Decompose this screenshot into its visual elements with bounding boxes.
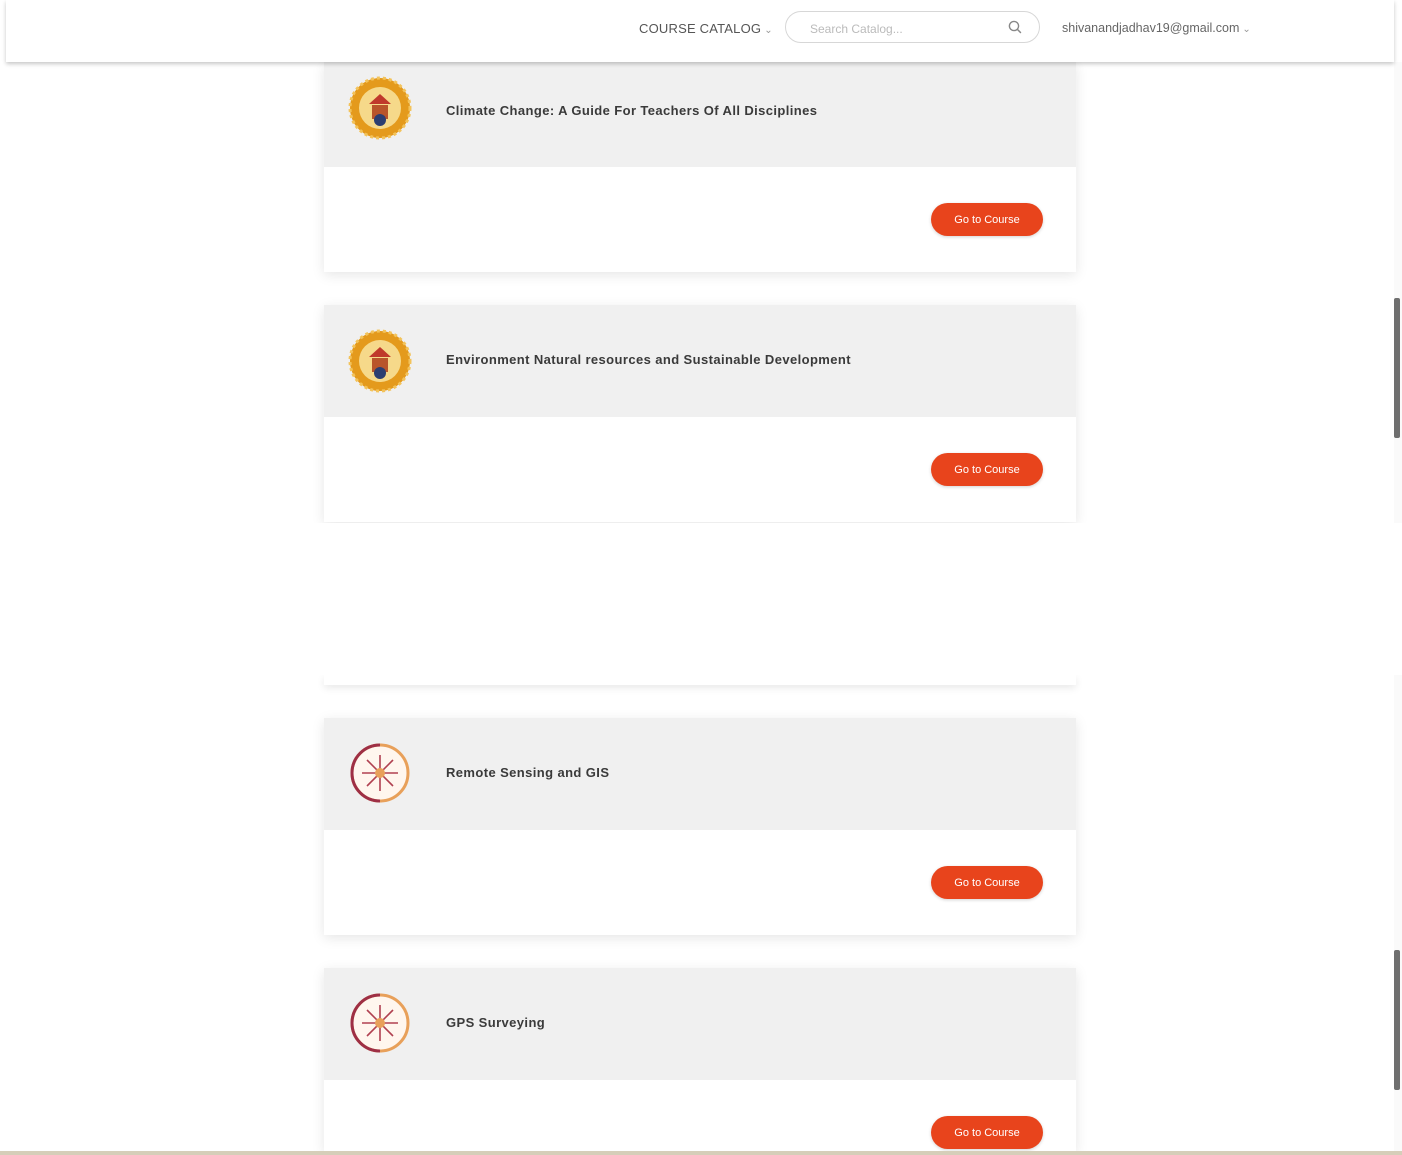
scrollbar-thumb[interactable] [1394, 298, 1400, 438]
course-title[interactable]: Climate Change: A Guide For Teachers Of … [446, 103, 817, 118]
search-input[interactable] [808, 19, 997, 38]
course-card-header: Remote Sensing and GIS [324, 718, 1076, 830]
course-card: GPS Surveying Go to Course [324, 968, 1076, 1151]
course-card: Remote Sensing and GIS Go to Course [324, 718, 1076, 935]
course-card-header: GPS Surveying [324, 968, 1076, 1080]
compass-rose-logo-icon [350, 993, 410, 1053]
scrollbar-track[interactable] [1394, 62, 1402, 523]
top-navbar: COURSE CATALOG⌄ shivanandjadhav19@gmail.… [6, 0, 1394, 62]
aicte-logo-icon [348, 76, 412, 140]
search-icon[interactable] [1006, 18, 1024, 36]
go-to-course-button[interactable]: Go to Course [931, 453, 1043, 486]
course-card-body: Go to Course [324, 167, 1076, 272]
bottom-edge-strip [0, 1151, 1402, 1155]
course-title[interactable]: GPS Surveying [446, 1015, 545, 1030]
course-card-body: Go to Course [324, 830, 1076, 935]
course-card-body: Go to Course [324, 417, 1076, 522]
go-to-course-button[interactable]: Go to Course [931, 1116, 1043, 1149]
course-title[interactable]: Remote Sensing and GIS [446, 765, 609, 780]
scrollbar-thumb[interactable] [1394, 950, 1400, 1090]
compass-rose-logo-icon [350, 743, 410, 803]
user-account-menu[interactable]: shivanandjadhav19@gmail.com ⌄ [1062, 21, 1251, 35]
course-catalog-menu[interactable]: COURSE CATALOG ⌄ [639, 21, 773, 36]
search-box [785, 11, 1040, 43]
course-card-fragment [324, 675, 1076, 685]
course-card: Climate Change: A Guide For Teachers Of … [324, 62, 1076, 272]
chevron-down-icon: ⌄ [764, 25, 773, 36]
course-title[interactable]: Environment Natural resources and Sustai… [446, 352, 851, 367]
blank-region [0, 523, 1402, 675]
user-email: shivanandjadhav19@gmail.com [1062, 21, 1240, 35]
chevron-down-icon: ⌄ [1242, 24, 1251, 35]
go-to-course-button[interactable]: Go to Course [931, 866, 1043, 899]
go-to-course-button[interactable]: Go to Course [931, 203, 1043, 236]
course-card-header: Climate Change: A Guide For Teachers Of … [324, 62, 1076, 167]
course-card: Environment Natural resources and Sustai… [324, 305, 1076, 522]
course-card-body: Go to Course [324, 1080, 1076, 1151]
course-catalog-label: COURSE CATALOG [639, 21, 762, 36]
course-card-header: Environment Natural resources and Sustai… [324, 305, 1076, 417]
aicte-logo-icon [348, 329, 412, 393]
